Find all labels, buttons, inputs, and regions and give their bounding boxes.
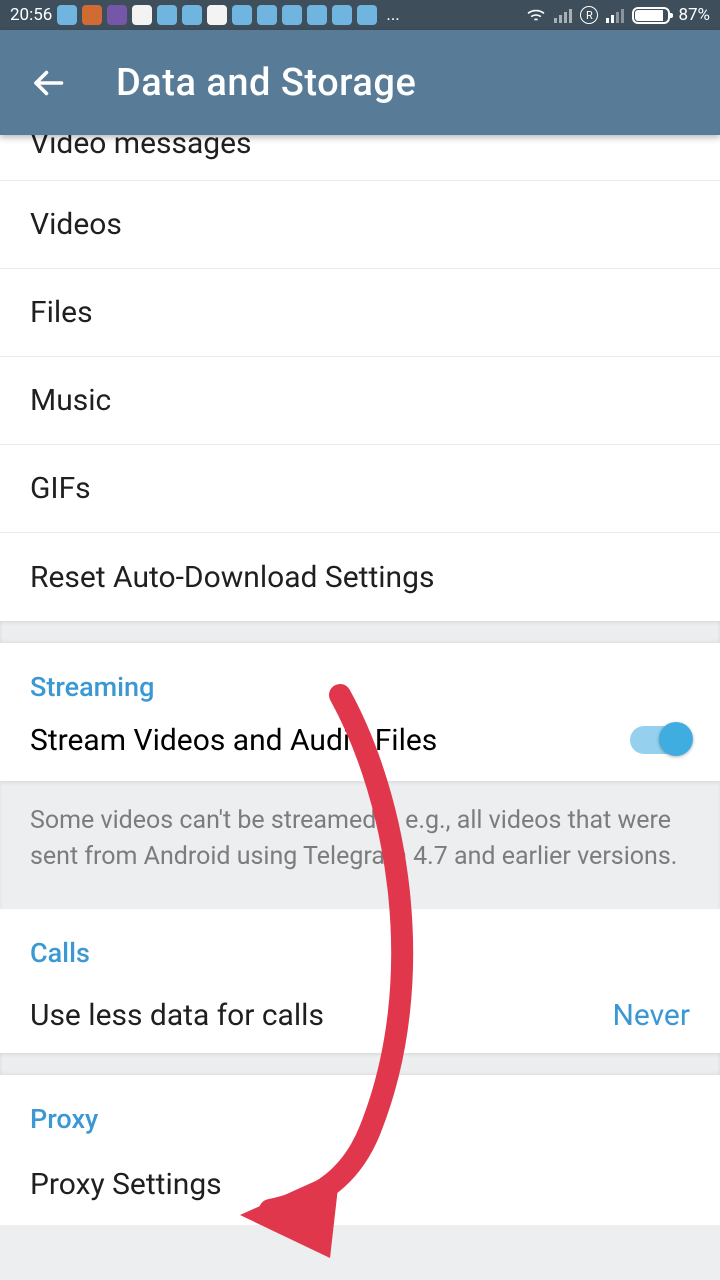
- settings-list[interactable]: Video messages Videos Files Music GIFs R…: [0, 135, 720, 1280]
- telegram-icon: [157, 5, 177, 25]
- telegram-icon: [282, 5, 302, 25]
- list-item-label: Reset Auto-Download Settings: [30, 560, 434, 595]
- gmail-icon: [132, 5, 152, 25]
- app-bar: Data and Storage: [0, 30, 720, 135]
- section-header-calls: Calls: [0, 909, 720, 977]
- calls-row-label: Use less data for calls: [30, 998, 324, 1033]
- stream-hint-text: Some videos can't be streamed – e.g., al…: [30, 803, 690, 875]
- list-item-reset[interactable]: Reset Auto-Download Settings: [0, 533, 720, 621]
- app-icon: [82, 5, 102, 25]
- telegram-icon: [357, 5, 377, 25]
- section-gap: [0, 621, 720, 643]
- page-title: Data and Storage: [116, 61, 416, 105]
- proxy-settings-row[interactable]: Proxy Settings: [0, 1143, 720, 1225]
- streaming-section: Streaming Stream Videos and Audio Files: [0, 643, 720, 781]
- telegram-icon: [182, 5, 202, 25]
- section-header-proxy: Proxy: [0, 1075, 720, 1143]
- calls-section: Calls Use less data for calls Never: [0, 909, 720, 1053]
- list-item-gifs[interactable]: GIFs: [0, 445, 720, 533]
- section-gap: [0, 1053, 720, 1075]
- telegram-icon: [57, 5, 77, 25]
- signal-bars-icon: [606, 7, 624, 23]
- stream-toggle-label: Stream Videos and Audio Files: [30, 723, 437, 758]
- viber-icon: [107, 5, 127, 25]
- telegram-icon: [307, 5, 327, 25]
- signal-bars-icon: [554, 7, 572, 23]
- telegram-icon: [332, 5, 352, 25]
- calls-row-value: Never: [612, 998, 690, 1033]
- wifi-icon: [526, 7, 546, 23]
- roaming-icon: R: [580, 6, 598, 24]
- stream-toggle-row[interactable]: Stream Videos and Audio Files: [0, 711, 720, 781]
- google-icon: [207, 5, 227, 25]
- list-item-label: GIFs: [30, 471, 91, 506]
- list-item-label: Files: [30, 295, 93, 330]
- list-item-files[interactable]: Files: [0, 269, 720, 357]
- battery-icon: [632, 7, 670, 24]
- list-item-videos[interactable]: Videos: [0, 181, 720, 269]
- proxy-settings-label: Proxy Settings: [30, 1167, 222, 1202]
- calls-row[interactable]: Use less data for calls Never: [0, 977, 720, 1053]
- list-item-label: Music: [30, 383, 111, 418]
- stream-hint: Some videos can't be streamed – e.g., al…: [0, 781, 720, 909]
- list-item-music[interactable]: Music: [0, 357, 720, 445]
- status-time: 20:56: [10, 5, 52, 25]
- stream-toggle[interactable]: [630, 726, 690, 754]
- back-icon[interactable]: [30, 65, 66, 101]
- status-bar: 20:56 ... R 87%: [0, 0, 720, 30]
- list-item-video-messages[interactable]: Video messages: [0, 135, 720, 181]
- list-item-label: Videos: [30, 207, 122, 242]
- battery-level: 87%: [678, 5, 710, 25]
- telegram-icon: [257, 5, 277, 25]
- proxy-section: Proxy Proxy Settings: [0, 1075, 720, 1225]
- section-header-streaming: Streaming: [0, 643, 720, 711]
- status-more: ...: [386, 5, 399, 25]
- telegram-icon: [232, 5, 252, 25]
